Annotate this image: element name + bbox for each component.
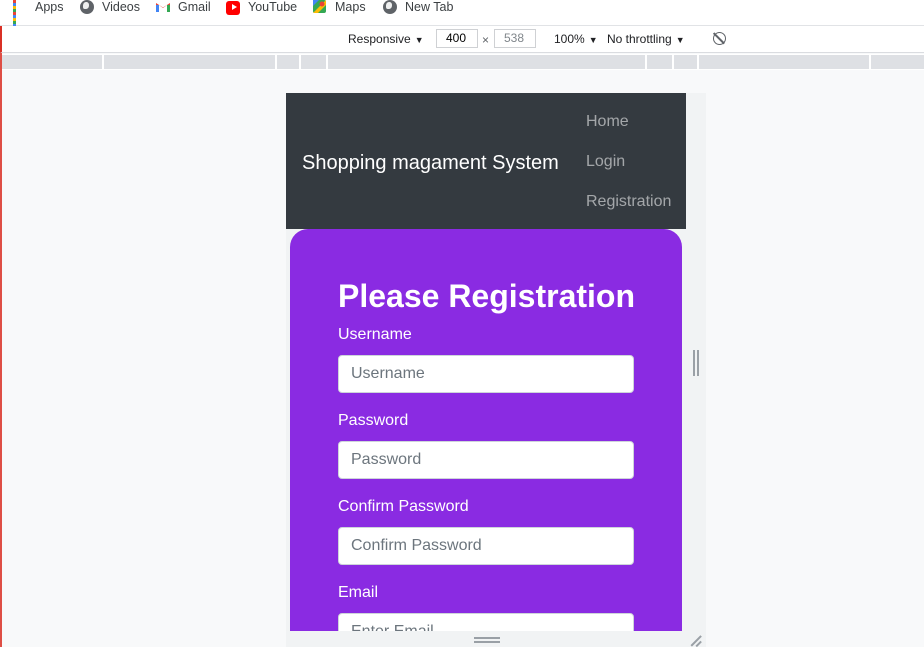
bookmark-new-tab[interactable]: New Tab: [383, 0, 453, 14]
globe-icon: [80, 0, 94, 14]
bookmark-label: Maps: [335, 0, 366, 14]
chevron-down-icon: ▼: [675, 35, 685, 45]
resize-handle-bottom[interactable]: [474, 637, 500, 643]
nav-link-home[interactable]: Home: [586, 112, 629, 132]
height-input[interactable]: 538: [494, 29, 536, 48]
bookmark-gmail[interactable]: Gmail: [156, 0, 211, 14]
media-query-segment[interactable]: [104, 55, 275, 69]
email-label: Email: [338, 584, 379, 601]
bookmark-apps[interactable]: Apps: [13, 0, 64, 27]
throttling-select-label: No throttling: [607, 32, 672, 46]
devtools-edge-line: [0, 26, 2, 647]
password-input[interactable]: Password: [338, 441, 634, 479]
media-query-segment[interactable]: [871, 55, 924, 69]
device-toolbar: Responsive ▼ 400 × 538 100% ▼ No throttlin…: [0, 26, 924, 53]
registration-card: Please Registration Username Username Pa…: [290, 229, 682, 631]
media-query-bar: [2, 54, 924, 70]
resize-corner-icon[interactable]: [690, 634, 702, 646]
zoom-select[interactable]: 100% ▼: [554, 32, 598, 46]
media-query-segment[interactable]: [277, 55, 299, 69]
navbar-brand[interactable]: Shopping magament System: [302, 151, 559, 175]
nav-link-registration[interactable]: Registration: [586, 192, 671, 212]
rotate-disabled-icon[interactable]: [713, 32, 726, 45]
throttling-select[interactable]: No throttling ▼: [607, 32, 685, 46]
bookmark-maps[interactable]: Maps: [313, 0, 366, 14]
device-select[interactable]: Responsive ▼: [348, 32, 424, 46]
bookmark-label: Videos: [102, 0, 140, 14]
email-input[interactable]: Enter Email: [338, 613, 634, 631]
confirm-password-label: Confirm Password: [338, 498, 469, 515]
username-label: Username: [338, 326, 412, 343]
media-query-segment[interactable]: [301, 55, 326, 69]
resize-handle-right[interactable]: [693, 350, 699, 376]
youtube-icon: [226, 1, 240, 15]
bookmark-videos[interactable]: Videos: [80, 0, 140, 14]
bookmark-label: New Tab: [405, 0, 454, 14]
nav-link-login[interactable]: Login: [586, 152, 625, 172]
chevron-down-icon: ▼: [588, 35, 598, 45]
width-input[interactable]: 400: [436, 29, 478, 48]
times-sign: ×: [482, 33, 490, 47]
page-title: Please Registration: [338, 278, 635, 314]
confirm-password-input[interactable]: Confirm Password: [338, 527, 634, 565]
device-select-label: Responsive: [348, 32, 411, 46]
media-query-segment[interactable]: [647, 55, 672, 69]
media-query-segment[interactable]: [674, 55, 697, 69]
device-viewport: Shopping magament System Home Login Regi…: [286, 93, 686, 631]
username-input[interactable]: Username: [338, 355, 634, 393]
bookmark-label: Apps: [35, 0, 64, 14]
gmail-icon: [156, 1, 170, 15]
bookmark-label: YouTube: [248, 0, 298, 14]
chevron-down-icon: ▼: [414, 35, 424, 45]
zoom-select-label: 100%: [554, 32, 585, 46]
media-query-segment[interactable]: [2, 55, 102, 69]
bookmark-youtube[interactable]: YouTube: [226, 0, 298, 15]
media-query-segment[interactable]: [699, 55, 869, 69]
navbar: Shopping magament System Home Login Regi…: [286, 93, 686, 229]
media-query-segment[interactable]: [328, 55, 645, 69]
password-label: Password: [338, 412, 409, 429]
apps-grid-icon: [13, 0, 27, 27]
bookmark-label: Gmail: [178, 0, 211, 14]
bookmarks-bar: Apps Videos Gmail YouTube Maps New Tab: [0, 0, 924, 27]
globe-icon: [383, 0, 397, 14]
maps-icon: [313, 0, 327, 14]
